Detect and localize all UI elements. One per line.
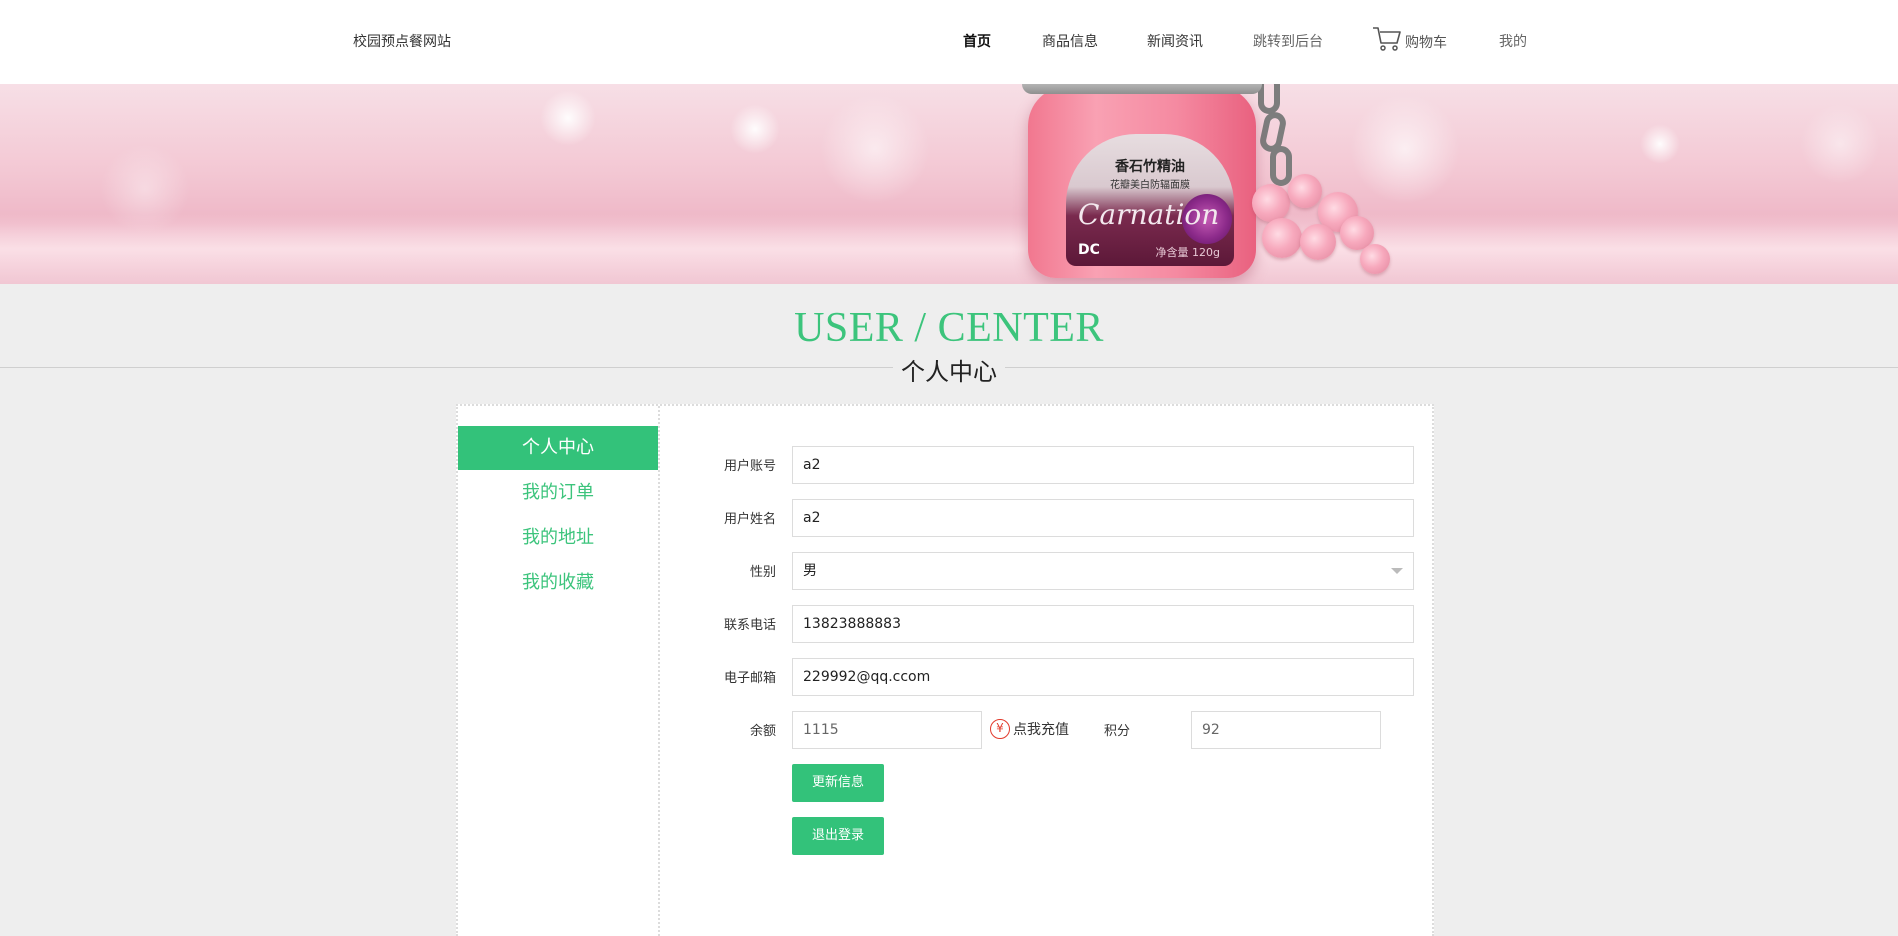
cart-icon (1373, 27, 1401, 51)
page-title-en: USER / CENTER (794, 305, 1104, 351)
rose (1252, 184, 1290, 222)
nav-cart[interactable]: 购物车 (1372, 26, 1447, 52)
rose (1300, 224, 1336, 260)
banner-horizon (0, 214, 1898, 284)
logout-button[interactable]: 退出登录 (792, 817, 884, 855)
phone-input[interactable]: 13823888883 (792, 605, 1414, 643)
sidebar-item-favorites[interactable]: 我的收藏 (458, 561, 658, 605)
sidebar: 个人中心 我的订单 我的地址 我的收藏 (458, 406, 660, 936)
rose (1262, 218, 1302, 258)
nav-mine[interactable]: 我的 (1499, 31, 1527, 51)
points-label: 积分 (1103, 724, 1130, 739)
chain-link (1258, 84, 1280, 114)
rose (1360, 244, 1390, 274)
brand-mark: DC (1078, 242, 1100, 258)
bokeh-light (1350, 94, 1460, 204)
sidebar-item-orders[interactable]: 我的订单 (458, 471, 658, 515)
sidebar-item-address[interactable]: 我的地址 (458, 516, 658, 560)
rose (1288, 174, 1322, 208)
page-title-cn: 个人中心 (893, 352, 1005, 387)
name-input[interactable]: a2 (792, 499, 1414, 537)
nav-news[interactable]: 新闻资讯 (1147, 31, 1203, 51)
jar-label: 香石竹精油 花瓣美白防辐面膜 Carnation DC 净含量 120g (1066, 134, 1234, 266)
product-desc: 花瓣美白防辐面膜 (1110, 180, 1190, 191)
balance-label: 余额 (749, 724, 776, 739)
balance-input[interactable]: 1115 (792, 711, 982, 749)
nav-home[interactable]: 首页 (963, 31, 991, 51)
bokeh-light (730, 104, 780, 154)
account-input[interactable]: a2 (792, 446, 1414, 484)
bokeh-light (1800, 104, 1880, 184)
yen-icon: ¥ (990, 719, 1010, 739)
gender-value: 男 (803, 563, 817, 579)
email-label: 电子邮箱 (723, 671, 776, 686)
bokeh-light (1640, 124, 1680, 164)
chain-link (1270, 146, 1292, 186)
top-header: 校园预点餐网站 首页 商品信息 新闻资讯 跳转到后台 我的 购物车 (0, 0, 1898, 84)
points-input[interactable]: 92 (1191, 711, 1381, 749)
bokeh-light (540, 90, 596, 146)
product-weight: 净含量 120g (1155, 246, 1220, 259)
update-info-button[interactable]: 更新信息 (792, 764, 884, 802)
cart-label: 购物车 (1405, 35, 1447, 51)
nav-backend[interactable]: 跳转到后台 (1253, 31, 1323, 51)
product-name: 香石竹精油 (1115, 159, 1185, 175)
gender-label: 性别 (749, 565, 776, 580)
sidebar-item-profile[interactable]: 个人中心 (458, 426, 658, 470)
user-center-panel: 个人中心 我的订单 我的地址 我的收藏 用户账号 a2 用户姓名 a2 性别 男… (456, 404, 1434, 936)
chevron-down-icon (1391, 568, 1403, 574)
email-input[interactable]: 229992@qq.ccom (792, 658, 1414, 696)
product-jar: 香石竹精油 花瓣美白防辐面膜 Carnation DC 净含量 120g (1022, 84, 1262, 284)
page-title-cn-wrap: 个人中心 (0, 352, 1898, 387)
hero-banner: 香石竹精油 花瓣美白防辐面膜 Carnation DC 净含量 120g (0, 84, 1898, 284)
main-nav: 首页 商品信息 新闻资讯 跳转到后台 我的 (0, 31, 1898, 51)
jar-lid (1022, 84, 1262, 94)
bokeh-light (820, 94, 930, 204)
brand-script: Carnation (1078, 198, 1220, 231)
phone-label: 联系电话 (723, 618, 776, 633)
name-label: 用户姓名 (723, 512, 776, 527)
nav-products[interactable]: 商品信息 (1042, 31, 1098, 51)
gender-select[interactable]: 男 (792, 552, 1414, 590)
account-label: 用户账号 (723, 459, 776, 474)
